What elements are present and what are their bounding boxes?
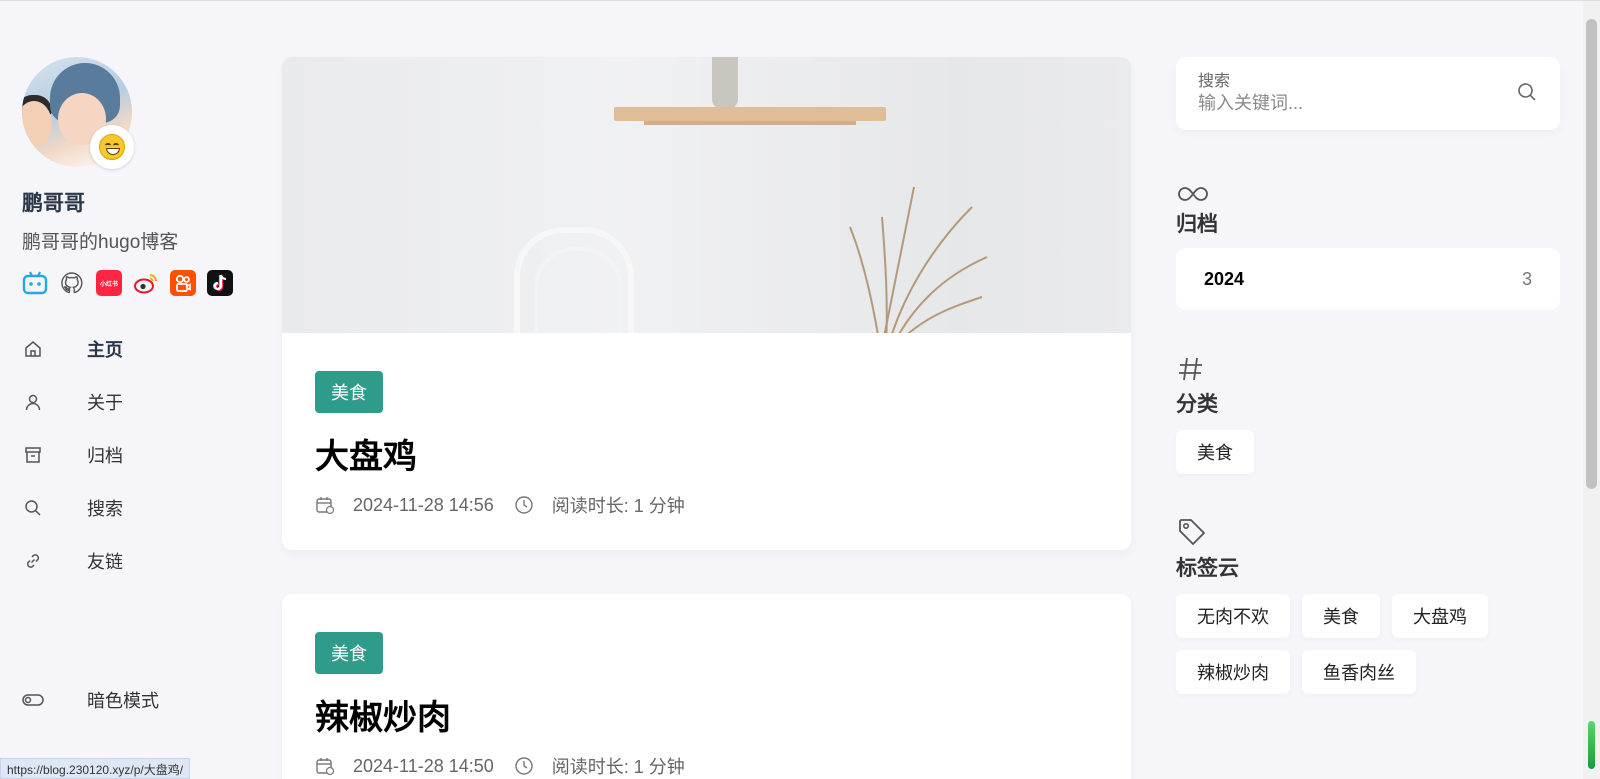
menu-label-archives: 归档	[87, 445, 123, 466]
smile-emoji-icon	[90, 125, 134, 169]
xiaohongshu-label: 小红书	[99, 281, 118, 288]
archive-year-item[interactable]: 2024 3	[1176, 248, 1560, 310]
post-meta: 2024-11-28 14:50 阅读时长: 1 分钟	[315, 753, 1098, 779]
avatar[interactable]	[22, 57, 134, 169]
post-category-tag[interactable]: 美食	[315, 371, 383, 413]
archive-icon	[22, 444, 44, 466]
categories-title: 分类	[1176, 393, 1218, 416]
status-bar-url: https://blog.230120.xyz/p/大盘鸡/	[0, 758, 191, 779]
tag-cloud-title: 标签云	[1176, 557, 1239, 580]
post-card[interactable]: 美食 大盘鸡 2024-11-28 14:56 阅读时长: 1 分钟	[282, 57, 1131, 550]
calendar-icon	[315, 495, 335, 515]
clock-icon	[514, 495, 534, 515]
search-form: 搜索	[1176, 57, 1560, 130]
toggle-icon	[22, 689, 44, 711]
menu-label-search: 搜索	[87, 498, 123, 519]
dark-mode-toggle[interactable]: 暗色模式	[22, 687, 159, 713]
dark-mode-label: 暗色模式	[87, 691, 159, 711]
search-icon	[22, 497, 44, 519]
tag-chip[interactable]: 辣椒炒肉	[1176, 650, 1290, 694]
archives-widget: 归档 2024 3	[1176, 174, 1560, 310]
tag-chip[interactable]: 大盘鸡	[1392, 594, 1488, 638]
search-input[interactable]	[1198, 93, 1498, 114]
category-list: 美食	[1176, 430, 1560, 474]
tag-chip[interactable]: 无肉不欢	[1176, 594, 1290, 638]
post-date: 2024-11-28 14:50	[353, 755, 494, 776]
clock-icon	[514, 756, 534, 776]
post-card[interactable]: 美食 辣椒炒肉 2024-11-28 14:50 阅读时长: 1 分钟	[282, 594, 1131, 779]
tag-chip[interactable]: 美食	[1302, 594, 1380, 638]
tag-icon	[1176, 518, 1560, 548]
xiaohongshu-icon[interactable]: 小红书	[96, 270, 122, 296]
left-sidebar: 鹏哥哥 鹏哥哥的hugo博客 小红书 主页 关于 归档 搜索 友链 暗色模式	[22, 57, 262, 757]
main-menu: 主页 关于 归档 搜索 友链	[22, 322, 262, 587]
search-button-icon[interactable]	[1516, 81, 1538, 103]
tiktok-icon[interactable]	[207, 270, 233, 296]
category-chip[interactable]: 美食	[1176, 430, 1254, 474]
post-date: 2024-11-28 14:56	[353, 494, 494, 515]
page-scrollbar[interactable]	[1583, 1, 1600, 779]
weibo-icon[interactable]	[133, 270, 159, 296]
calendar-icon	[315, 756, 335, 776]
infinity-icon	[1176, 174, 1560, 204]
menu-item-links[interactable]: 友链	[22, 534, 262, 587]
categories-widget: 分类 美食	[1176, 354, 1560, 474]
search-label: 搜索	[1198, 73, 1231, 90]
tag-chip[interactable]: 鱼香肉丝	[1302, 650, 1416, 694]
tag-list: 无肉不欢 美食 大盘鸡 辣椒炒肉 鱼香肉丝	[1176, 594, 1560, 694]
scrollbar-thumb[interactable]	[1586, 19, 1597, 489]
hash-icon	[1176, 354, 1560, 384]
tag-cloud-widget: 标签云 无肉不欢 美食 大盘鸡 辣椒炒肉 鱼香肉丝	[1176, 518, 1560, 694]
menu-label-home: 主页	[87, 339, 123, 360]
bilibili-icon[interactable]	[22, 270, 48, 296]
menu-item-about[interactable]: 关于	[22, 375, 262, 428]
post-cover-image[interactable]	[282, 57, 1131, 333]
social-links: 小红书	[22, 270, 262, 296]
archives-title: 归档	[1176, 213, 1218, 236]
github-icon[interactable]	[59, 270, 85, 296]
post-category-tag[interactable]: 美食	[315, 632, 383, 674]
post-meta: 2024-11-28 14:56 阅读时长: 1 分钟	[315, 492, 1098, 518]
link-icon	[22, 550, 44, 572]
home-icon	[22, 338, 44, 360]
archive-year: 2024	[1204, 268, 1245, 289]
kuaishou-icon[interactable]	[170, 270, 196, 296]
post-list: 美食 大盘鸡 2024-11-28 14:56 阅读时长: 1 分钟 美食 辣椒…	[282, 57, 1131, 779]
post-title[interactable]: 辣椒炒肉	[315, 690, 1098, 739]
scroll-progress-indicator	[1588, 721, 1595, 769]
post-reading-time: 阅读时长: 1 分钟	[551, 757, 685, 777]
menu-item-search[interactable]: 搜索	[22, 481, 262, 534]
menu-item-archives[interactable]: 归档	[22, 428, 262, 481]
site-name[interactable]: 鹏哥哥	[22, 187, 262, 217]
right-sidebar: 搜索 归档 2024 3 分类 美食 标签云 无肉不欢 美食 大盘	[1176, 57, 1560, 694]
user-icon	[22, 391, 44, 413]
post-title[interactable]: 大盘鸡	[315, 429, 1098, 478]
site-description: 鹏哥哥的hugo博客	[22, 232, 179, 253]
menu-item-home[interactable]: 主页	[22, 322, 262, 375]
post-reading-time: 阅读时长: 1 分钟	[551, 496, 685, 516]
menu-label-links: 友链	[87, 551, 123, 572]
menu-label-about: 关于	[87, 392, 123, 413]
archive-count: 3	[1521, 268, 1532, 289]
